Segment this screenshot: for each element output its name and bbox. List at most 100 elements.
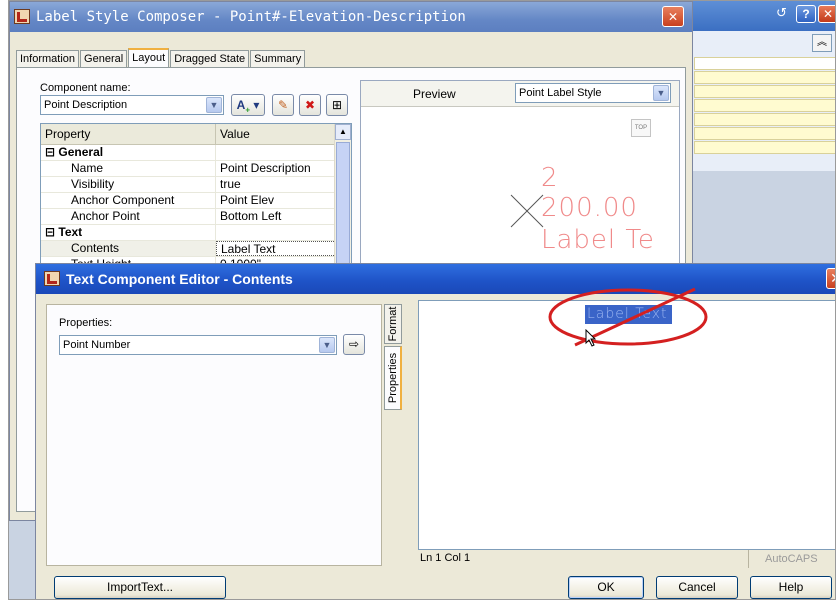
tce-title: Text Component Editor - Contents — [66, 271, 293, 287]
list-item[interactable] — [694, 99, 835, 112]
list-item[interactable] — [694, 85, 835, 98]
group-label: General — [58, 145, 104, 159]
property-grid-header: Property Value — [41, 124, 351, 145]
background-list — [694, 57, 835, 155]
swirl-icon: ↺ — [776, 5, 787, 20]
properties-panel: Properties: Point Number ▼ ⇨ — [46, 304, 382, 566]
text-component-editor-window: Text Component Editor - Contents ✕ Prope… — [35, 263, 835, 599]
autocad-app-icon — [14, 9, 30, 24]
tce-titlebar: Text Component Editor - Contents ✕ — [36, 264, 835, 294]
autocaps-indicator[interactable]: AutoCAPS — [748, 550, 835, 568]
tab-dragged-state[interactable]: Dragged State — [170, 50, 250, 68]
background-window-titlebar: ↺ ? ✕ — [686, 1, 835, 31]
mouse-cursor-icon — [585, 329, 597, 347]
collapse-up-icon[interactable]: ︽ — [812, 34, 832, 52]
lsc-title: Label Style Composer - Point#-Elevation-… — [36, 9, 466, 25]
collapse-minus-icon[interactable]: ⊟ — [45, 225, 58, 239]
preview-description: Label Te — [541, 225, 655, 255]
tab-summary[interactable]: Summary — [250, 50, 306, 68]
group-label: Text — [58, 225, 83, 239]
tab-strip: Information General Layout Dragged State… — [16, 48, 306, 68]
preview-label: Preview — [413, 87, 456, 101]
cancel-button[interactable]: Cancel — [656, 576, 738, 599]
red-annotation-circle — [548, 287, 708, 347]
delete-icon: ✖ — [304, 98, 316, 112]
table-row-group-text[interactable]: ⊟ Text — [41, 225, 351, 241]
preview-style-value: Point Label Style — [519, 87, 602, 99]
column-header-property[interactable]: Property — [41, 124, 216, 144]
insert-property-button[interactable]: ⇨ — [343, 334, 365, 355]
table-cell-value[interactable]: Label Text — [216, 241, 336, 256]
list-item[interactable] — [694, 57, 835, 70]
import-text-button[interactable]: ImportText... — [54, 576, 226, 599]
preview-header: Preview Point Label Style ▼ — [361, 81, 679, 107]
table-row[interactable]: Anchor Component Point Elev — [41, 193, 351, 209]
chevron-down-icon[interactable]: ▼ — [206, 97, 222, 113]
tab-general[interactable]: General — [80, 50, 128, 68]
top-view-button[interactable]: TOP — [631, 119, 651, 137]
copy-component-icon: ✎ — [277, 98, 289, 112]
table-cell — [216, 145, 336, 160]
vtab-properties[interactable]: Properties — [384, 346, 402, 410]
preview-point-number: 2 — [541, 163, 559, 193]
collapse-minus-icon[interactable]: ⊟ — [45, 145, 58, 159]
table-cell-value[interactable]: Point Description — [216, 161, 336, 176]
vtab-format[interactable]: Format — [384, 304, 402, 344]
tab-information[interactable]: Information — [16, 50, 80, 68]
scroll-up-icon[interactable]: ▲ — [335, 124, 351, 140]
cursor-position: Ln 1 Col 1 — [420, 552, 471, 564]
list-item[interactable] — [694, 127, 835, 140]
lsc-titlebar: Label Style Composer - Point#-Elevation-… — [10, 2, 692, 32]
vtab-properties-label: Properties — [386, 352, 399, 404]
copy-component-button[interactable]: ✎ — [272, 94, 294, 116]
properties-value: Point Number — [63, 339, 131, 351]
component-name-value: Point Description — [44, 99, 128, 111]
component-order-icon: ⊞ — [331, 98, 343, 112]
table-cell-value[interactable]: Bottom Left — [216, 209, 336, 224]
table-cell-property: Contents — [41, 241, 216, 256]
list-item[interactable] — [694, 71, 835, 84]
arrow-right-icon: ⇨ — [348, 337, 360, 351]
close-icon[interactable]: ✕ — [818, 5, 835, 23]
table-cell — [216, 225, 336, 240]
table-cell-value[interactable]: Point Elev — [216, 193, 336, 208]
help-button[interactable]: Help — [750, 576, 832, 599]
add-component-button[interactable]: A+ ▾ — [231, 94, 265, 116]
preview-style-dropdown[interactable]: Point Label Style ▼ — [515, 83, 671, 103]
text-editor-area[interactable]: Label Text — [418, 287, 835, 550]
table-row[interactable]: Name Point Description — [41, 161, 351, 177]
table-row[interactable]: Anchor Point Bottom Left — [41, 209, 351, 225]
chevron-down-icon[interactable]: ▼ — [319, 337, 335, 353]
list-item[interactable] — [694, 141, 835, 154]
vtab-format-label: Format — [387, 306, 399, 342]
delete-component-button[interactable]: ✖ — [299, 94, 321, 116]
tab-layout[interactable]: Layout — [128, 48, 170, 68]
component-name-label: Component name: — [40, 82, 131, 94]
table-cell-property: Name — [41, 161, 216, 176]
table-cell-property: Anchor Component — [41, 193, 216, 208]
table-cell-property: Visibility — [41, 177, 216, 192]
properties-label: Properties: — [59, 317, 113, 329]
table-row[interactable]: Visibility true — [41, 177, 351, 193]
preview-elevation: 200.00 — [541, 193, 638, 223]
add-text-component-icon: A+ ▾ — [236, 98, 260, 115]
screenshot-frame: ↺ ? ✕ ︽ Label Style Composer - Point#-El… — [8, 0, 836, 600]
column-header-value[interactable]: Value — [216, 124, 336, 144]
table-cell-property: Anchor Point — [41, 209, 216, 224]
chevron-down-icon[interactable]: ▼ — [653, 85, 669, 101]
list-item[interactable] — [694, 113, 835, 126]
ok-button[interactable]: OK — [568, 576, 644, 599]
component-order-button[interactable]: ⊞ — [326, 94, 348, 116]
close-button[interactable]: ✕ — [826, 268, 835, 289]
properties-dropdown[interactable]: Point Number ▼ — [59, 335, 337, 355]
close-button[interactable]: ✕ — [662, 6, 684, 27]
component-name-dropdown[interactable]: Point Description ▼ — [40, 95, 224, 115]
autocad-app-icon — [44, 271, 60, 286]
help-icon[interactable]: ? — [796, 5, 816, 23]
editor-statusbar: Ln 1 Col 1 AutoCAPS — [418, 550, 835, 568]
x-marker-icon — [510, 194, 544, 228]
background-window: ↺ ? ✕ ︽ — [685, 1, 835, 171]
table-row-selected[interactable]: Contents Label Text — [41, 241, 351, 257]
table-cell-value[interactable]: true — [216, 177, 336, 192]
table-row-group-general[interactable]: ⊟ General — [41, 145, 351, 161]
